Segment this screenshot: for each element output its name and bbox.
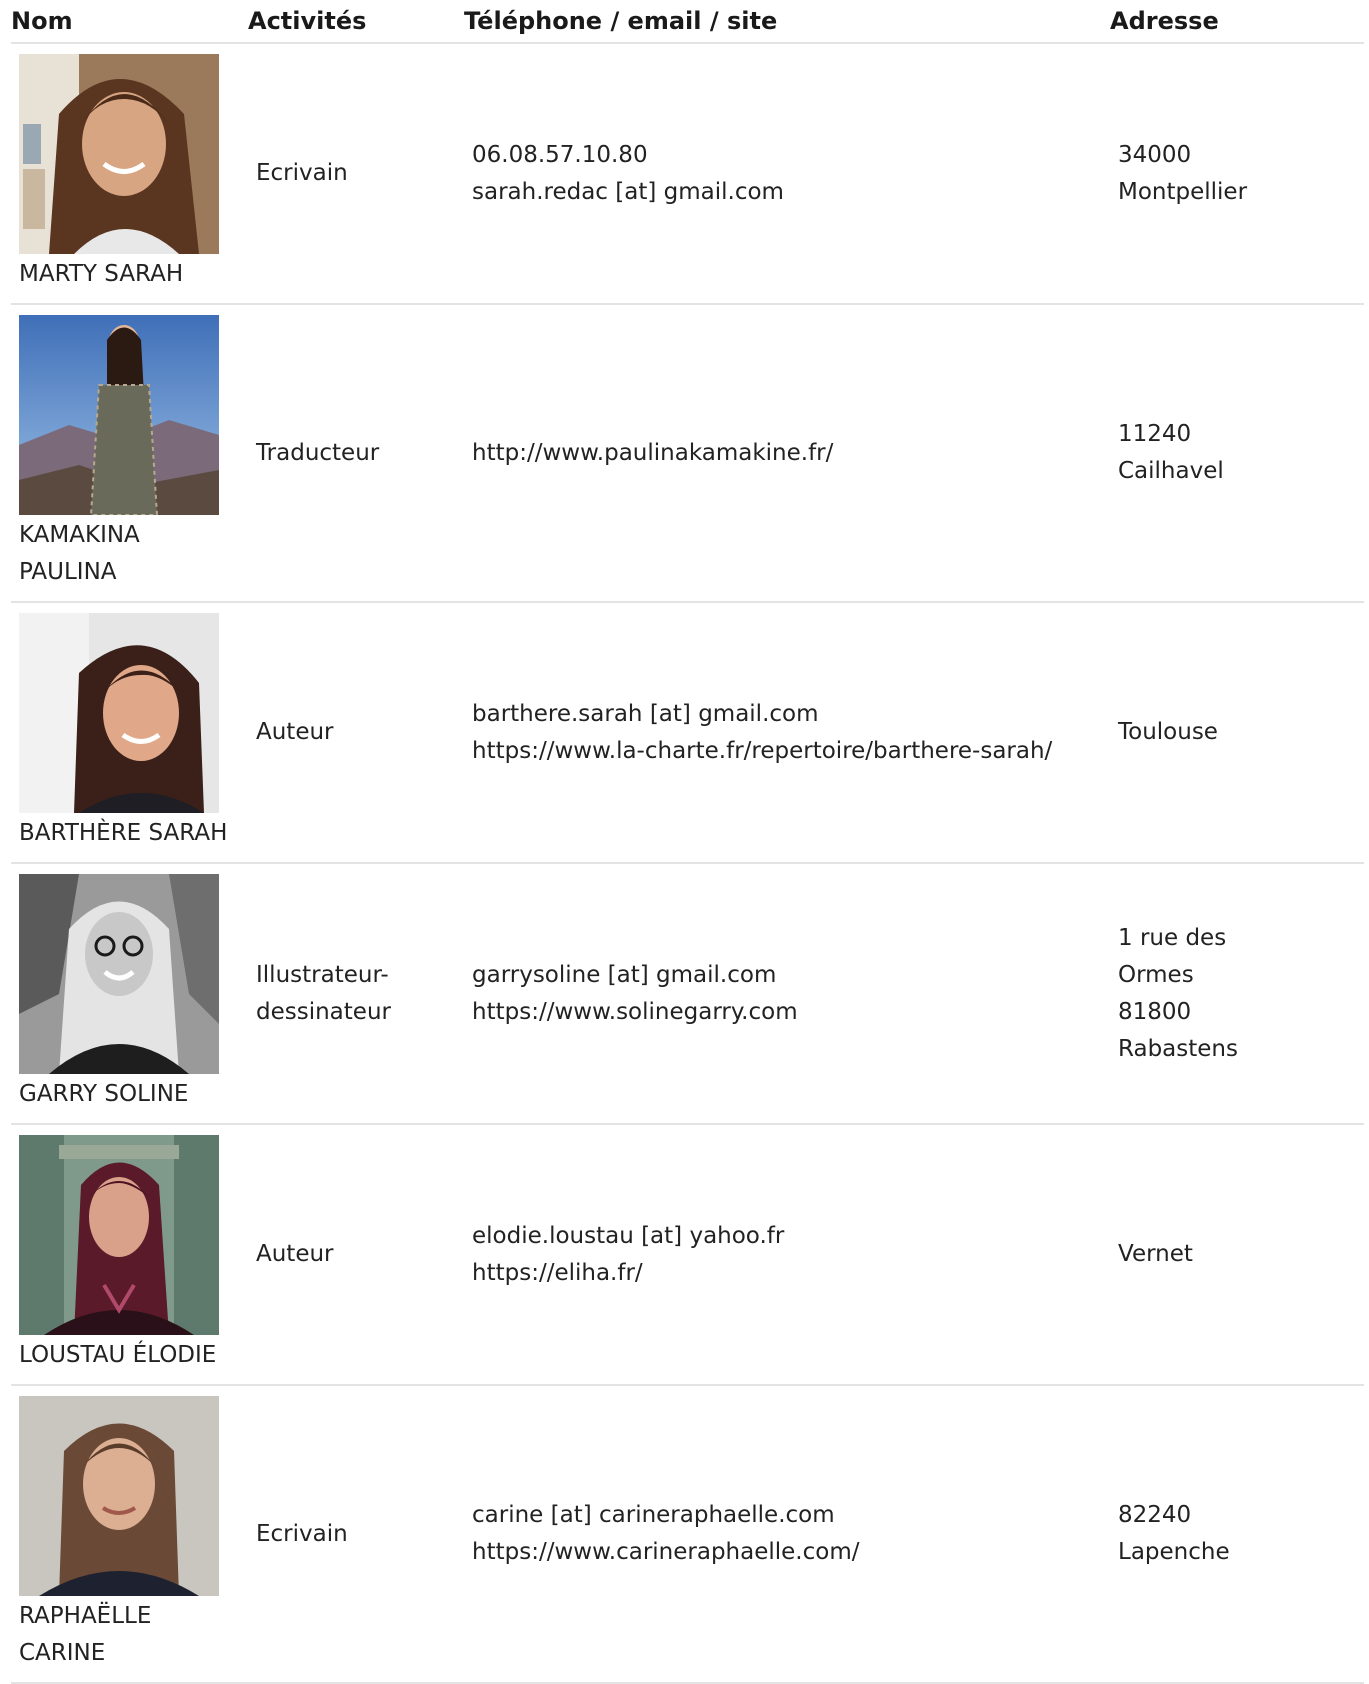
- address-line: 82240: [1118, 1502, 1192, 1528]
- name-cell: GARRY SOLINE: [11, 863, 248, 1125]
- member-name: LOUSTAU ÉLODIE: [19, 1342, 217, 1368]
- header-address: Adresse: [1110, 0, 1364, 44]
- activity-line: Ecrivain: [256, 160, 348, 186]
- table-row: RAPHAËLLE CARINE Ecrivain carine [at] ca…: [11, 1385, 1364, 1684]
- activity-cell: Traducteur: [248, 304, 464, 603]
- name-cell: RAPHAËLLE CARINE: [11, 1385, 248, 1684]
- phone-text: 06.08.57.10.80: [472, 141, 648, 168]
- name-cell: LOUSTAU ÉLODIE: [11, 1124, 248, 1386]
- address-line: Montpellier: [1118, 178, 1248, 205]
- activity-line: Traducteur: [256, 439, 380, 466]
- address-cell: Toulouse: [1110, 602, 1364, 864]
- member-photo: [19, 1135, 219, 1335]
- address-cell: 82240 Lapenche: [1110, 1385, 1364, 1684]
- email-text: carine [at] carineraphaelle.com: [472, 1502, 835, 1528]
- email-text: elodie.loustau [at] yahoo.fr: [472, 1222, 785, 1249]
- member-photo: [19, 1396, 219, 1596]
- header-contact: Téléphone / email / site: [464, 0, 1110, 44]
- website-text: https://www.carineraphaelle.com/: [472, 1539, 860, 1565]
- name-cell: KAMAKINA PAULINA: [11, 304, 248, 603]
- activity-cell: Illustrateur- dessinateur: [248, 863, 464, 1125]
- email-text: barthere.sarah [at] gmail.com: [472, 700, 819, 727]
- contact-cell: barthere.sarah [at] gmail.com https://ww…: [464, 602, 1110, 864]
- address-cell: Vernet: [1110, 1124, 1364, 1386]
- website-text: https://www.solinegarry.com: [472, 998, 798, 1025]
- table-row: BARTHÈRE SARAH Auteur barthere.sarah [at…: [11, 602, 1364, 864]
- address-line: Cailhavel: [1118, 458, 1224, 484]
- contact-cell: elodie.loustau [at] yahoo.fr https://eli…: [464, 1124, 1110, 1386]
- name-cell: MARTY SARAH: [11, 43, 248, 305]
- member-photo: [19, 315, 219, 515]
- contact-cell: 06.08.57.10.80 sarah.redac [at] gmail.co…: [464, 43, 1110, 305]
- contact-cell: carine [at] carineraphaelle.com https://…: [464, 1385, 1110, 1684]
- member-photo: [19, 874, 219, 1074]
- name-cell: BARTHÈRE SARAH: [11, 602, 248, 864]
- address-line: 1 rue des: [1118, 924, 1227, 951]
- address-cell: 1 rue des Ormes 81800 Rabastens: [1110, 863, 1364, 1125]
- address-cell: 34000 Montpellier: [1110, 43, 1364, 305]
- member-photo: [19, 54, 219, 254]
- address-line: 34000: [1118, 141, 1192, 168]
- address-line: Toulouse: [1118, 719, 1218, 745]
- address-line: Rabastens: [1118, 1035, 1238, 1062]
- website-text: http://www.paulinakamakine.fr/: [472, 439, 834, 466]
- activity-line: Auteur: [256, 719, 334, 745]
- email-text: sarah.redac [at] gmail.com: [472, 178, 784, 205]
- table-row: GARRY SOLINE Illustrateur- dessinateur g…: [11, 863, 1364, 1125]
- activity-line: Ecrivain: [256, 1520, 348, 1547]
- member-photo: [19, 613, 219, 813]
- address-cell: 11240 Cailhavel: [1110, 304, 1364, 603]
- header-name: Nom: [11, 0, 248, 44]
- activity-cell: Auteur: [248, 602, 464, 864]
- table-row: LOUSTAU ÉLODIE Auteur elodie.loustau [at…: [11, 1124, 1364, 1386]
- member-name: BARTHÈRE SARAH: [19, 820, 228, 846]
- address-line: 11240: [1118, 421, 1192, 447]
- header-activities: Activités: [248, 0, 464, 44]
- activity-cell: Ecrivain: [248, 1385, 464, 1684]
- header-row: Nom Activités Téléphone / email / site A…: [11, 0, 1364, 44]
- member-name: MARTY SARAH: [19, 261, 184, 287]
- website-text: https://www.la-charte.fr/repertoire/bart…: [472, 737, 1053, 764]
- address-line: Vernet: [1118, 1241, 1193, 1267]
- activity-line: dessinateur: [256, 998, 391, 1025]
- activity-cell: Ecrivain: [248, 43, 464, 305]
- member-name: RAPHAËLLE CARINE: [19, 1603, 152, 1666]
- table-row: KAMAKINA PAULINA Traducteur http://www.p…: [11, 304, 1364, 603]
- address-line: Ormes: [1118, 961, 1194, 988]
- website-text: https://eliha.fr/: [472, 1259, 643, 1286]
- member-name: GARRY SOLINE: [19, 1081, 189, 1107]
- address-line: Lapenche: [1118, 1539, 1230, 1565]
- activity-line: Illustrateur-: [256, 961, 389, 988]
- contact-cell: http://www.paulinakamakine.fr/: [464, 304, 1110, 603]
- address-line: 81800: [1118, 998, 1192, 1025]
- activity-cell: Auteur: [248, 1124, 464, 1386]
- directory-table: Nom Activités Téléphone / email / site A…: [11, 0, 1364, 1684]
- table-row: MARTY SARAH Ecrivain 06.08.57.10.80 sara…: [11, 43, 1364, 305]
- email-text: garrysoline [at] gmail.com: [472, 961, 777, 988]
- contact-cell: garrysoline [at] gmail.com https://www.s…: [464, 863, 1110, 1125]
- member-name: KAMAKINA PAULINA: [19, 522, 140, 585]
- activity-line: Auteur: [256, 1241, 334, 1267]
